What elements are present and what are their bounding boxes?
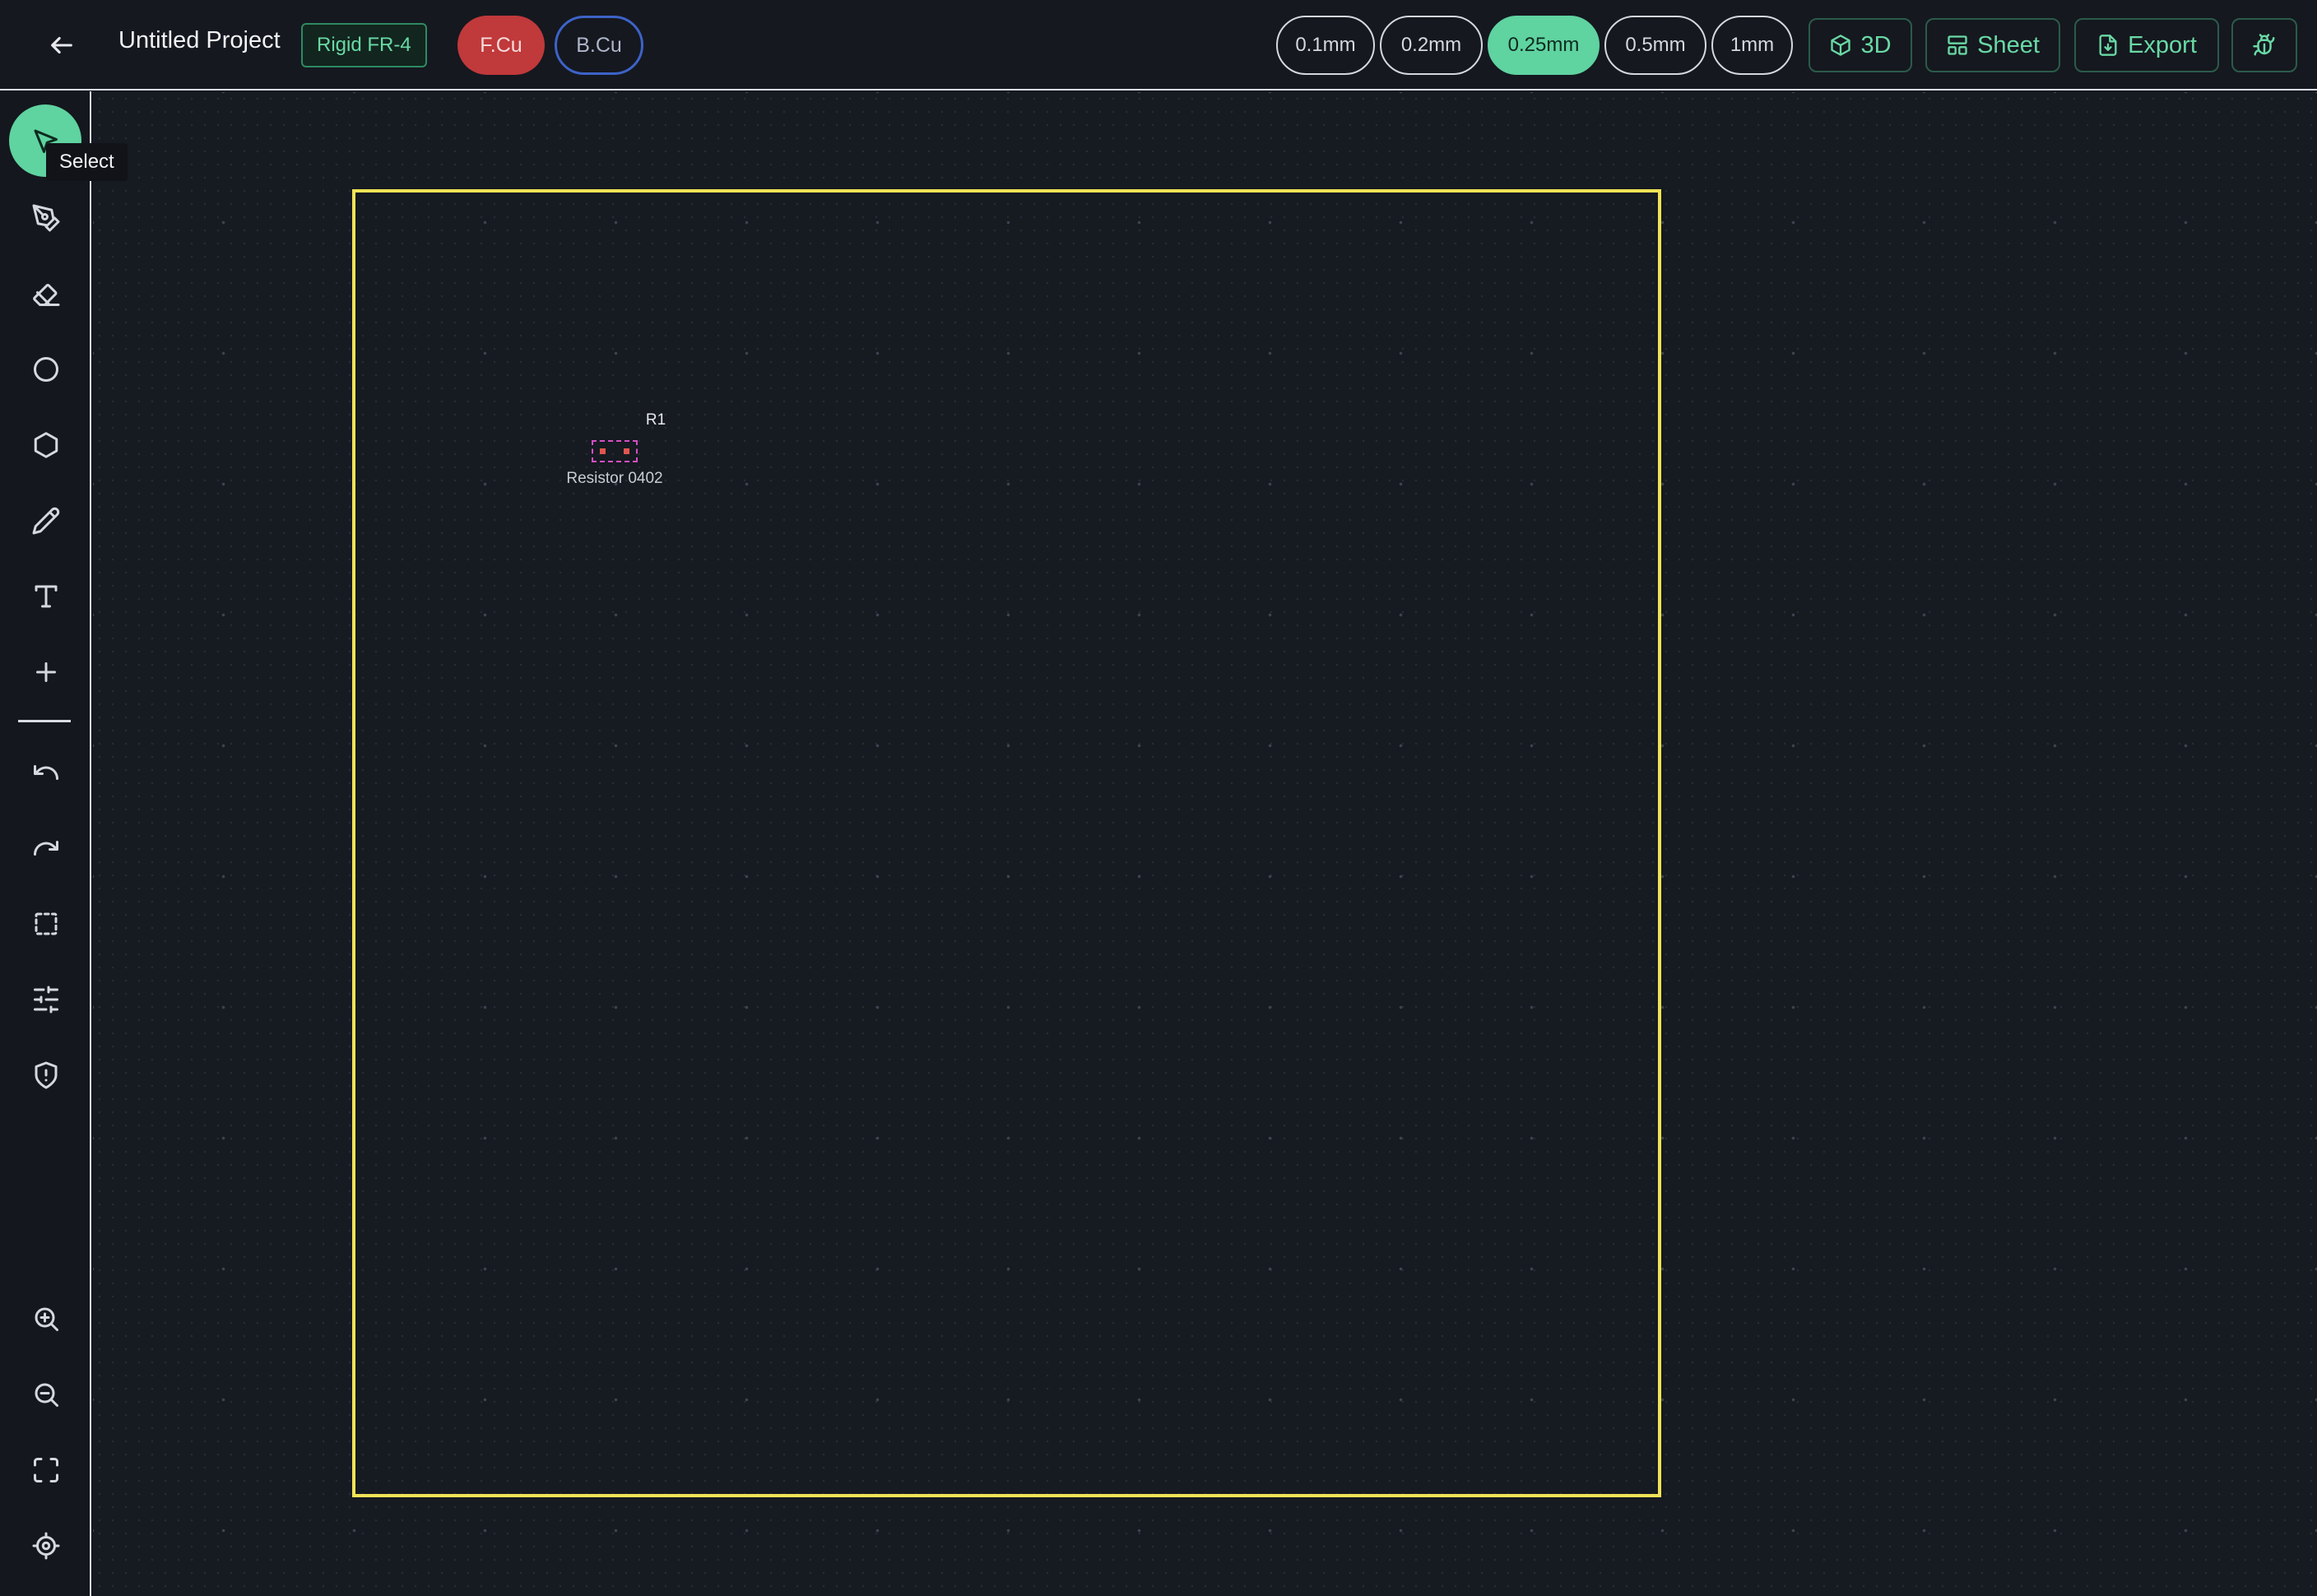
pcb-canvas[interactable]: R1 Resistor 0402 <box>93 92 2317 1596</box>
cube-icon <box>1831 35 1851 56</box>
back-button[interactable] <box>41 25 82 66</box>
tool-center[interactable] <box>23 1523 69 1569</box>
tool-zoom-out[interactable] <box>23 1371 69 1417</box>
tool-fit[interactable] <box>23 1447 69 1493</box>
tool-tooltip: Select <box>46 143 128 181</box>
resistor-footprint[interactable] <box>592 440 638 462</box>
pencil-icon <box>32 507 60 535</box>
board-outline[interactable] <box>352 189 1661 1497</box>
text-icon <box>35 585 58 608</box>
undo-icon <box>34 765 58 780</box>
plus-icon <box>36 662 56 682</box>
component-reference-label: R1 <box>645 411 666 429</box>
debug-button[interactable] <box>2231 18 2297 72</box>
zoom-out-icon <box>35 1383 58 1407</box>
tool-selection-box[interactable] <box>23 901 69 947</box>
grid-button-0.1mm[interactable]: 0.1mm <box>1276 16 1375 75</box>
zoom-in-icon <box>35 1307 58 1331</box>
view-3d-label: 3D <box>1860 31 1892 58</box>
sliders-icon <box>34 986 58 1014</box>
grid-button-0.2mm[interactable]: 0.2mm <box>1380 16 1483 75</box>
view-3d-button[interactable]: 3D <box>1809 18 1912 72</box>
export-label: Export <box>2128 31 2197 58</box>
grid-button-0.5mm[interactable]: 0.5mm <box>1604 16 1706 75</box>
sheet-label: Sheet <box>1977 31 2040 58</box>
redo-icon <box>34 841 58 856</box>
tool-redo[interactable] <box>23 825 69 871</box>
component-value-label: Resistor 0402 <box>566 470 663 487</box>
fullscreen-icon <box>34 1458 58 1482</box>
left-toolbar <box>0 91 91 1596</box>
grid-button-1mm[interactable]: 1mm <box>1711 16 1793 75</box>
circle-icon <box>34 357 58 382</box>
project-title[interactable]: Untitled Project <box>118 27 281 54</box>
tool-text[interactable] <box>23 573 69 619</box>
toolbar-divider <box>18 720 71 722</box>
shield-alert-icon <box>35 1061 58 1089</box>
pad-2[interactable] <box>624 448 629 454</box>
arrow-left-icon <box>51 36 72 54</box>
layer-button-fcu[interactable]: F.Cu <box>457 16 545 75</box>
tool-settings[interactable] <box>23 977 69 1023</box>
tool-route[interactable] <box>23 195 69 241</box>
file-download-icon <box>2099 35 2117 56</box>
layout-icon <box>1948 35 1967 55</box>
bug-icon <box>2253 34 2275 56</box>
tool-circle[interactable] <box>23 346 69 392</box>
tool-draw[interactable] <box>23 498 69 544</box>
grid-button-0.25mm[interactable]: 0.25mm <box>1488 16 1600 75</box>
pad-1[interactable] <box>600 448 606 454</box>
pen-nib-icon <box>32 204 60 232</box>
tool-drc[interactable] <box>23 1052 69 1098</box>
hexagon-icon <box>34 432 58 458</box>
tool-add[interactable] <box>23 649 69 695</box>
tool-erase[interactable] <box>23 271 69 317</box>
grid-size-selector: 0.1mm 0.2mm 0.25mm 0.5mm 1mm <box>1276 16 1793 75</box>
material-badge: Rigid FR-4 <box>301 23 427 67</box>
top-bar: Untitled Project Rigid FR-4 F.Cu B.Cu 0.… <box>0 0 2317 90</box>
tool-polygon[interactable] <box>23 422 69 468</box>
sheet-button[interactable]: Sheet <box>1925 18 2060 72</box>
dashed-square-icon <box>35 912 58 935</box>
export-button[interactable]: Export <box>2074 18 2219 72</box>
layer-button-bcu[interactable]: B.Cu <box>555 16 643 75</box>
eraser-icon <box>33 284 60 306</box>
crosshair-icon <box>32 1532 60 1560</box>
tool-undo[interactable] <box>23 749 69 796</box>
tool-zoom-in[interactable] <box>23 1296 69 1342</box>
